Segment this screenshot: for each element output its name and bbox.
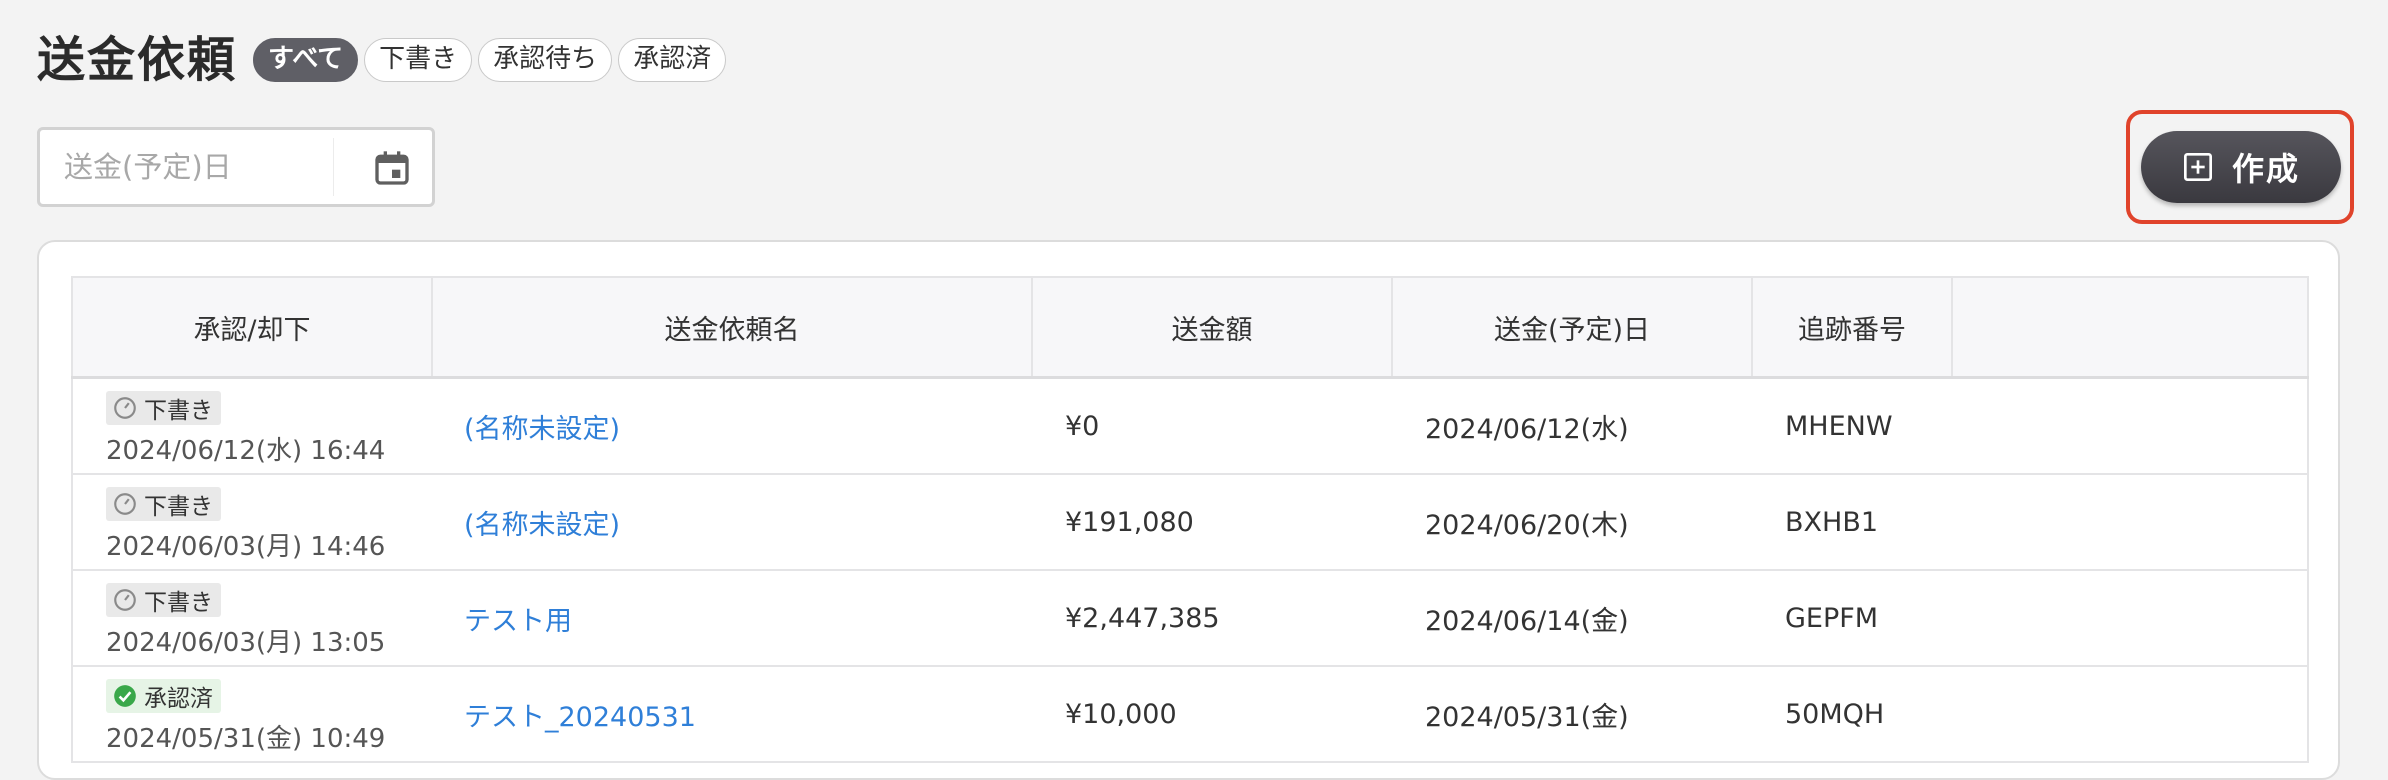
table-row[interactable]: 承認済 2024/05/31(金) 10:49 テスト_20240531 ¥10… bbox=[71, 666, 2309, 763]
filter-tab-pending[interactable]: 承認待ち bbox=[478, 38, 613, 82]
check-circle-icon bbox=[114, 684, 136, 707]
column-header-extra bbox=[1951, 276, 2309, 379]
remittance-table: 承認/却下 送金依頼名 送金額 送金(予定)日 追跡番号 下書き 2024/06… bbox=[71, 276, 2309, 763]
status-label: 下書き bbox=[144, 397, 213, 424]
remittance-name-link[interactable]: テスト用 bbox=[432, 606, 572, 637]
status-cell: 承認済 2024/05/31(金) 10:49 bbox=[71, 666, 432, 763]
calendar-icon[interactable] bbox=[372, 148, 412, 188]
tracking-cell: 50MQH bbox=[1752, 666, 1952, 763]
date-cell: 2024/06/20(木) bbox=[1392, 474, 1752, 571]
status-badge: 承認済 bbox=[106, 678, 221, 713]
column-header-amount[interactable]: 送金額 bbox=[1031, 276, 1393, 379]
amount-cell: ¥0 bbox=[1032, 377, 1392, 475]
status-cell: 下書き 2024/06/12(水) 16:44 bbox=[71, 377, 432, 475]
status-cell: 下書き 2024/06/03(月) 14:46 bbox=[71, 474, 432, 571]
column-header-name[interactable]: 送金依頼名 bbox=[431, 276, 1033, 379]
status-date: 2024/06/03(月) 13:05 bbox=[106, 627, 386, 658]
status-label: 承認済 bbox=[144, 685, 213, 712]
create-button-label: 作成 bbox=[2231, 150, 2300, 188]
status-label: 下書き bbox=[144, 589, 213, 616]
remittance-name-link[interactable]: (名称未設定) bbox=[432, 510, 620, 541]
page-header: 送金依頼 すべて 下書き 承認待ち 承認済 bbox=[37, 30, 732, 90]
column-header-tracking[interactable]: 追跡番号 bbox=[1751, 276, 1953, 379]
date-cell: 2024/06/12(水) bbox=[1392, 377, 1752, 475]
extra-cell bbox=[1952, 377, 2309, 475]
extra-cell bbox=[1952, 666, 2309, 763]
status-cell: 下書き 2024/06/03(月) 13:05 bbox=[71, 570, 432, 667]
remittance-name-link[interactable]: (名称未設定) bbox=[432, 414, 620, 445]
extra-cell bbox=[1952, 474, 2309, 571]
amount-cell: ¥10,000 bbox=[1032, 666, 1392, 763]
status-badge: 下書き bbox=[106, 486, 221, 521]
status-date: 2024/05/31(金) 10:49 bbox=[106, 723, 386, 754]
status-date: 2024/06/03(月) 14:46 bbox=[106, 531, 386, 562]
amount-cell: ¥2,447,385 bbox=[1032, 570, 1392, 667]
clock-icon bbox=[114, 588, 136, 611]
date-cell: 2024/05/31(金) bbox=[1392, 666, 1752, 763]
table-row[interactable]: 下書き 2024/06/03(月) 14:46 (名称未設定) ¥191,080… bbox=[71, 474, 2309, 571]
table-header-row: 承認/却下 送金依頼名 送金額 送金(予定)日 追跡番号 bbox=[71, 276, 2309, 379]
name-cell: テスト用 bbox=[432, 570, 1032, 667]
clock-icon bbox=[114, 492, 136, 515]
date-filter-divider bbox=[333, 138, 334, 196]
table-row[interactable]: 下書き 2024/06/03(月) 13:05 テスト用 ¥2,447,385 … bbox=[71, 570, 2309, 667]
name-cell: (名称未設定) bbox=[432, 377, 1032, 475]
name-cell: テスト_20240531 bbox=[432, 666, 1032, 763]
date-cell: 2024/06/14(金) bbox=[1392, 570, 1752, 667]
filter-tab-draft[interactable]: 下書き bbox=[364, 38, 473, 82]
plus-square-icon bbox=[2183, 153, 2212, 181]
table-row[interactable]: 下書き 2024/06/12(水) 16:44 (名称未設定) ¥0 2024/… bbox=[71, 377, 2309, 475]
tracking-cell: BXHB1 bbox=[1752, 474, 1952, 571]
amount-cell: ¥191,080 bbox=[1032, 474, 1392, 571]
page-title: 送金依頼 bbox=[37, 32, 238, 88]
date-filter-input[interactable] bbox=[40, 129, 356, 205]
filter-tab-approved[interactable]: 承認済 bbox=[618, 38, 727, 82]
remittance-name-link[interactable]: テスト_20240531 bbox=[432, 702, 696, 733]
status-date: 2024/06/12(水) 16:44 bbox=[106, 435, 386, 466]
remittance-list-card: 承認/却下 送金依頼名 送金額 送金(予定)日 追跡番号 下書き 2024/06… bbox=[37, 240, 2340, 780]
name-cell: (名称未設定) bbox=[432, 474, 1032, 571]
status-filter-tabs: すべて 下書き 承認待ち 承認済 bbox=[253, 38, 732, 82]
tracking-cell: GEPFM bbox=[1752, 570, 1952, 667]
column-header-date[interactable]: 送金(予定)日 bbox=[1391, 276, 1753, 379]
status-badge: 下書き bbox=[106, 582, 221, 617]
extra-cell bbox=[1952, 570, 2309, 667]
status-label: 下書き bbox=[144, 493, 213, 520]
column-header-approval[interactable]: 承認/却下 bbox=[71, 276, 433, 379]
status-badge: 下書き bbox=[106, 390, 221, 425]
clock-icon bbox=[114, 396, 136, 419]
tracking-cell: MHENW bbox=[1752, 377, 1952, 475]
date-filter bbox=[37, 127, 435, 207]
create-button[interactable]: 作成 bbox=[2141, 131, 2341, 203]
filter-tab-all[interactable]: すべて bbox=[253, 38, 359, 82]
